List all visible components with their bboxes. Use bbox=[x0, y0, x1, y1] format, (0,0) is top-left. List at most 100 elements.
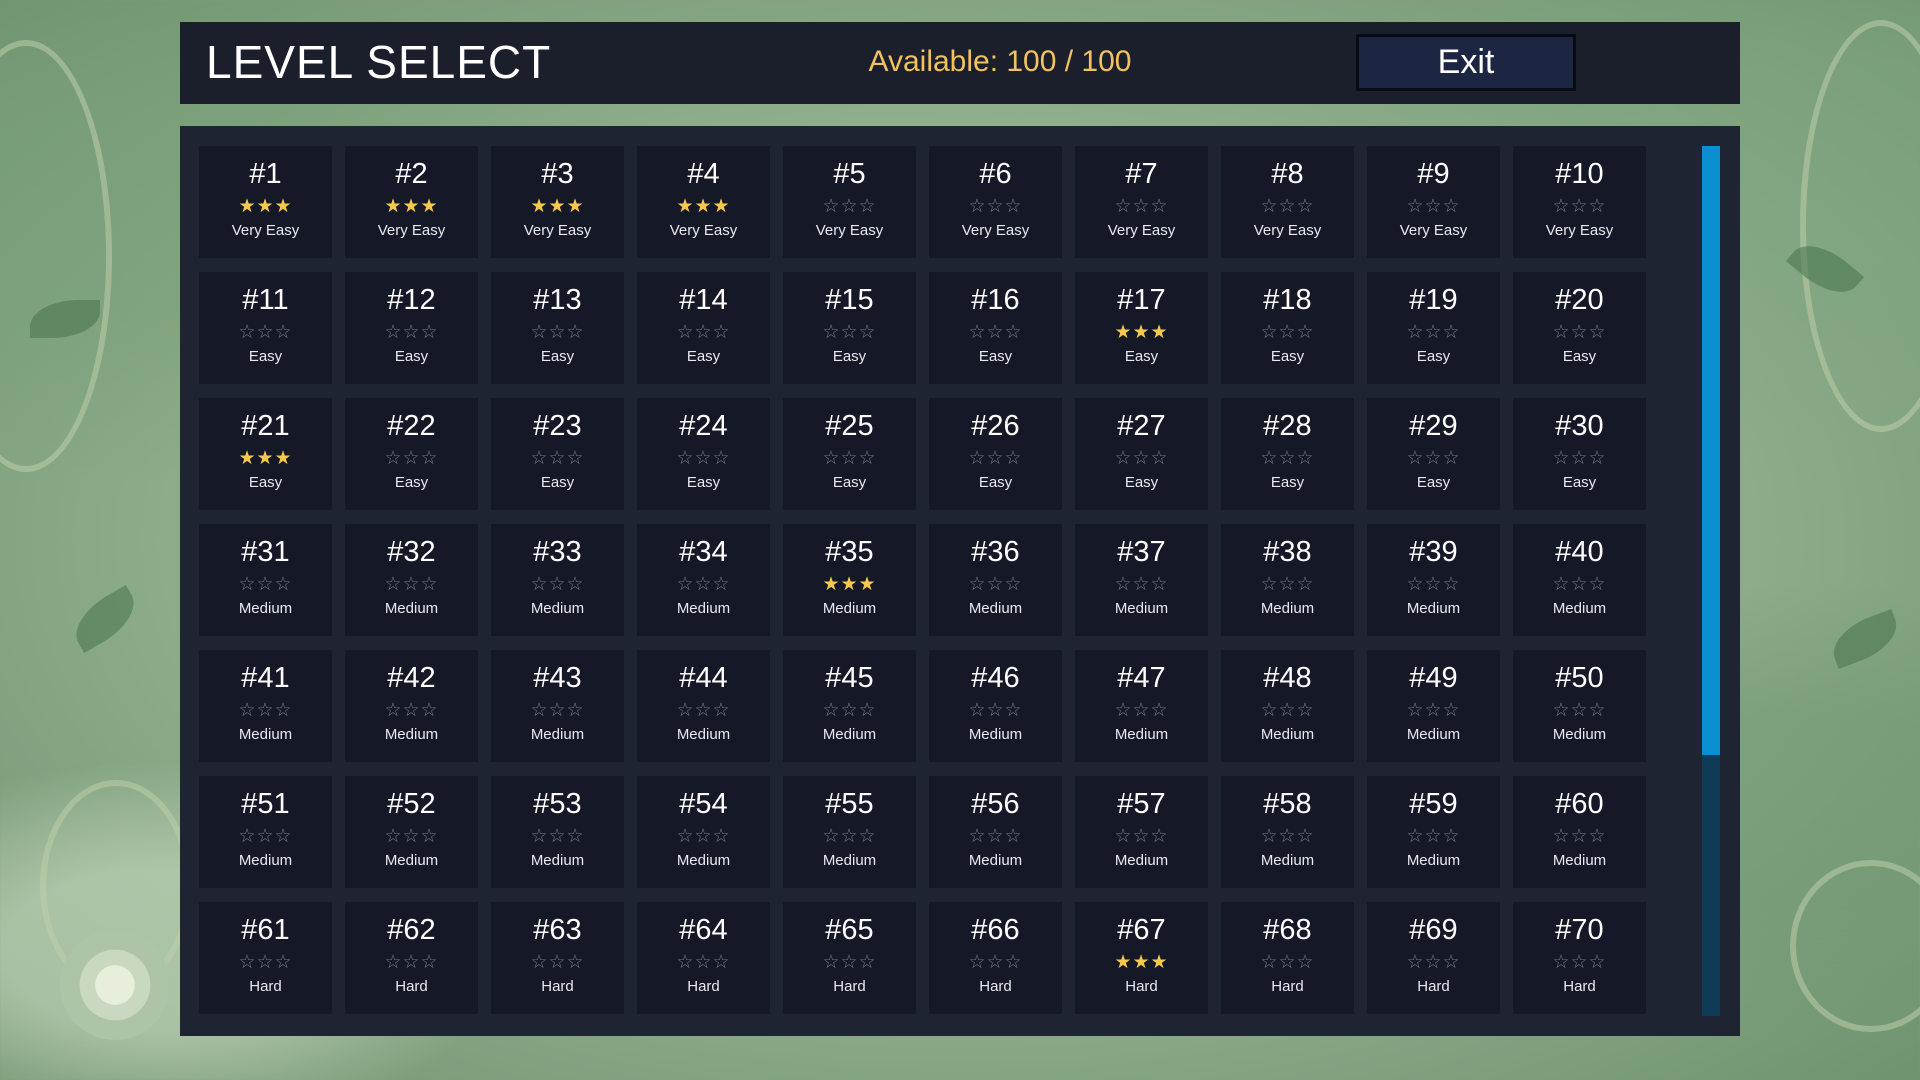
level-tile[interactable]: #56 ☆☆☆ Medium bbox=[929, 776, 1062, 888]
level-number: #23 bbox=[533, 410, 582, 442]
level-tile[interactable]: #54 ☆☆☆ Medium bbox=[637, 776, 770, 888]
level-difficulty: Easy bbox=[1562, 348, 1597, 365]
star-rating-empty-icon: ☆☆☆ bbox=[1260, 825, 1315, 847]
level-tile[interactable]: #32 ☆☆☆ Medium bbox=[345, 524, 478, 636]
level-tile[interactable]: #19 ☆☆☆ Easy bbox=[1367, 272, 1500, 384]
level-tile[interactable]: #48 ☆☆☆ Medium bbox=[1221, 650, 1354, 762]
level-number: #47 bbox=[1117, 662, 1166, 694]
level-difficulty: Easy bbox=[248, 474, 283, 491]
level-tile[interactable]: #27 ☆☆☆ Easy bbox=[1075, 398, 1208, 510]
level-number: #65 bbox=[825, 914, 874, 946]
level-tile[interactable]: #23 ☆☆☆ Easy bbox=[491, 398, 624, 510]
level-tile[interactable]: #29 ☆☆☆ Easy bbox=[1367, 398, 1500, 510]
level-tile[interactable]: #2 ★★★ Very Easy bbox=[345, 146, 478, 258]
level-tile[interactable]: #43 ☆☆☆ Medium bbox=[491, 650, 624, 762]
level-number: #25 bbox=[825, 410, 874, 442]
level-tile[interactable]: #11 ☆☆☆ Easy bbox=[199, 272, 332, 384]
level-tile[interactable]: #63 ☆☆☆ Hard bbox=[491, 902, 624, 1014]
level-tile[interactable]: #34 ☆☆☆ Medium bbox=[637, 524, 770, 636]
level-tile[interactable]: #70 ☆☆☆ Hard bbox=[1513, 902, 1646, 1014]
level-tile[interactable]: #10 ☆☆☆ Very Easy bbox=[1513, 146, 1646, 258]
star-rating-empty-icon: ☆☆☆ bbox=[1406, 195, 1461, 217]
level-tile[interactable]: #12 ☆☆☆ Easy bbox=[345, 272, 478, 384]
level-tile[interactable]: #51 ☆☆☆ Medium bbox=[199, 776, 332, 888]
level-tile[interactable]: #62 ☆☆☆ Hard bbox=[345, 902, 478, 1014]
level-difficulty: Medium bbox=[1406, 600, 1461, 617]
level-tile[interactable]: #7 ☆☆☆ Very Easy bbox=[1075, 146, 1208, 258]
level-tile[interactable]: #61 ☆☆☆ Hard bbox=[199, 902, 332, 1014]
level-difficulty: Medium bbox=[676, 726, 731, 743]
level-tile[interactable]: #14 ☆☆☆ Easy bbox=[637, 272, 770, 384]
star-rating-earned-icon: ★★★ bbox=[1114, 951, 1169, 973]
level-tile[interactable]: #36 ☆☆☆ Medium bbox=[929, 524, 1062, 636]
level-tile[interactable]: #13 ☆☆☆ Easy bbox=[491, 272, 624, 384]
level-tile[interactable]: #37 ☆☆☆ Medium bbox=[1075, 524, 1208, 636]
level-tile[interactable]: #44 ☆☆☆ Medium bbox=[637, 650, 770, 762]
level-tile[interactable]: #20 ☆☆☆ Easy bbox=[1513, 272, 1646, 384]
level-tile[interactable]: #4 ★★★ Very Easy bbox=[637, 146, 770, 258]
level-tile[interactable]: #5 ☆☆☆ Very Easy bbox=[783, 146, 916, 258]
level-tile[interactable]: #35 ★★★ Medium bbox=[783, 524, 916, 636]
level-tile[interactable]: #1 ★★★ Very Easy bbox=[199, 146, 332, 258]
level-tile[interactable]: #55 ☆☆☆ Medium bbox=[783, 776, 916, 888]
level-difficulty: Hard bbox=[1271, 978, 1304, 995]
level-tile[interactable]: #6 ☆☆☆ Very Easy bbox=[929, 146, 1062, 258]
level-tile[interactable]: #31 ☆☆☆ Medium bbox=[199, 524, 332, 636]
scrollbar-track[interactable] bbox=[1702, 146, 1720, 1016]
level-tile[interactable]: #26 ☆☆☆ Easy bbox=[929, 398, 1062, 510]
level-tile[interactable]: #22 ☆☆☆ Easy bbox=[345, 398, 478, 510]
level-tile[interactable]: #53 ☆☆☆ Medium bbox=[491, 776, 624, 888]
level-tile[interactable]: #8 ☆☆☆ Very Easy bbox=[1221, 146, 1354, 258]
level-tile[interactable]: #17 ★★★ Easy bbox=[1075, 272, 1208, 384]
level-tile[interactable]: #40 ☆☆☆ Medium bbox=[1513, 524, 1646, 636]
level-tile[interactable]: #28 ☆☆☆ Easy bbox=[1221, 398, 1354, 510]
level-tile[interactable]: #47 ☆☆☆ Medium bbox=[1075, 650, 1208, 762]
level-number: #3 bbox=[541, 158, 574, 190]
level-difficulty: Medium bbox=[238, 726, 293, 743]
background-vine-right-lower bbox=[1790, 860, 1920, 1032]
star-rating-empty-icon: ☆☆☆ bbox=[968, 951, 1023, 973]
level-tile[interactable]: #65 ☆☆☆ Hard bbox=[783, 902, 916, 1014]
level-tile[interactable]: #33 ☆☆☆ Medium bbox=[491, 524, 624, 636]
level-number: #44 bbox=[679, 662, 728, 694]
star-rating-earned-icon: ★★★ bbox=[822, 573, 877, 595]
level-tile[interactable]: #46 ☆☆☆ Medium bbox=[929, 650, 1062, 762]
level-tile[interactable]: #66 ☆☆☆ Hard bbox=[929, 902, 1062, 1014]
level-difficulty: Hard bbox=[1563, 978, 1596, 995]
level-tile[interactable]: #42 ☆☆☆ Medium bbox=[345, 650, 478, 762]
scrollbar-thumb[interactable] bbox=[1702, 146, 1720, 755]
level-tile[interactable]: #30 ☆☆☆ Easy bbox=[1513, 398, 1646, 510]
level-tile[interactable]: #52 ☆☆☆ Medium bbox=[345, 776, 478, 888]
level-tile[interactable]: #45 ☆☆☆ Medium bbox=[783, 650, 916, 762]
level-tile[interactable]: #60 ☆☆☆ Medium bbox=[1513, 776, 1646, 888]
level-tile[interactable]: #50 ☆☆☆ Medium bbox=[1513, 650, 1646, 762]
level-tile[interactable]: #59 ☆☆☆ Medium bbox=[1367, 776, 1500, 888]
level-tile[interactable]: #41 ☆☆☆ Medium bbox=[199, 650, 332, 762]
level-tile[interactable]: #38 ☆☆☆ Medium bbox=[1221, 524, 1354, 636]
level-number: #29 bbox=[1409, 410, 1458, 442]
level-tile[interactable]: #3 ★★★ Very Easy bbox=[491, 146, 624, 258]
level-tile[interactable]: #67 ★★★ Hard bbox=[1075, 902, 1208, 1014]
level-difficulty: Easy bbox=[1416, 474, 1451, 491]
level-tile[interactable]: #18 ☆☆☆ Easy bbox=[1221, 272, 1354, 384]
level-tile[interactable]: #49 ☆☆☆ Medium bbox=[1367, 650, 1500, 762]
level-difficulty: Medium bbox=[1260, 726, 1315, 743]
level-tile[interactable]: #39 ☆☆☆ Medium bbox=[1367, 524, 1500, 636]
level-tile[interactable]: #21 ★★★ Easy bbox=[199, 398, 332, 510]
level-tile[interactable]: #15 ☆☆☆ Easy bbox=[783, 272, 916, 384]
level-tile[interactable]: #58 ☆☆☆ Medium bbox=[1221, 776, 1354, 888]
level-tile[interactable]: #68 ☆☆☆ Hard bbox=[1221, 902, 1354, 1014]
level-tile[interactable]: #9 ☆☆☆ Very Easy bbox=[1367, 146, 1500, 258]
level-difficulty: Medium bbox=[822, 852, 877, 869]
level-tile[interactable]: #16 ☆☆☆ Easy bbox=[929, 272, 1062, 384]
level-tile[interactable]: #24 ☆☆☆ Easy bbox=[637, 398, 770, 510]
level-tile[interactable]: #57 ☆☆☆ Medium bbox=[1075, 776, 1208, 888]
level-difficulty: Easy bbox=[1416, 348, 1451, 365]
background-vine-right bbox=[1800, 20, 1920, 432]
exit-button[interactable]: Exit bbox=[1356, 34, 1576, 91]
level-tile[interactable]: #25 ☆☆☆ Easy bbox=[783, 398, 916, 510]
level-tile[interactable]: #64 ☆☆☆ Hard bbox=[637, 902, 770, 1014]
level-tile[interactable]: #69 ☆☆☆ Hard bbox=[1367, 902, 1500, 1014]
star-rating-empty-icon: ☆☆☆ bbox=[1260, 699, 1315, 721]
star-rating-empty-icon: ☆☆☆ bbox=[1260, 573, 1315, 595]
